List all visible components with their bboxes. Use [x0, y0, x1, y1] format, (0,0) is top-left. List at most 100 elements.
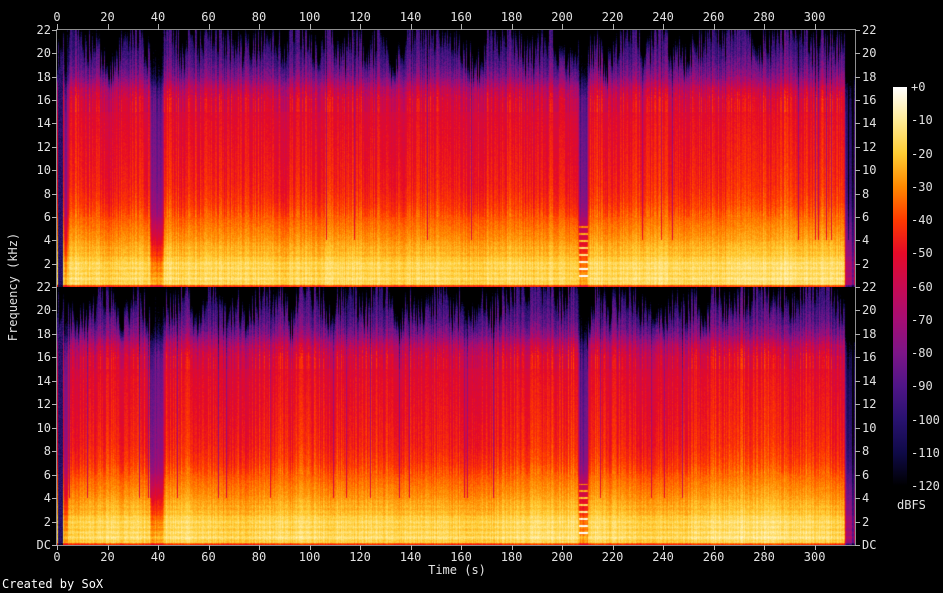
freq-tick-label: 20: [36, 303, 51, 318]
freq-tick-label: 6: [862, 467, 870, 482]
colorbar-tick-label: -70: [911, 312, 933, 327]
plot-frame-top: [56, 29, 856, 30]
x-tick-label: 260: [702, 550, 725, 564]
x-tick: [713, 24, 715, 30]
freq-tick: [52, 521, 57, 523]
x-tick: [259, 24, 261, 30]
freq-tick-label: 2: [43, 256, 51, 271]
freq-tick: [855, 357, 860, 359]
freq-tick-label: 8: [862, 186, 870, 201]
spectrogram-channel-2: [57, 287, 855, 545]
freq-tick: [52, 427, 57, 429]
x-tick-label: 100: [298, 550, 321, 564]
x-tick-label: 0: [53, 10, 61, 24]
freq-tick-label: 4: [43, 233, 51, 248]
freq-tick-label: 22: [36, 23, 51, 37]
x-tick-label: 220: [601, 550, 624, 564]
x-tick: [764, 24, 766, 30]
freq-tick: [855, 170, 860, 172]
x-tick-label: 60: [201, 10, 216, 24]
x-tick-label: 220: [601, 10, 624, 24]
freq-tick: [855, 76, 860, 78]
freq-tick: [52, 170, 57, 172]
colorbar-tick-label: -10: [911, 113, 933, 128]
freq-tick: [52, 123, 57, 125]
freq-tick-label: 16: [36, 93, 51, 108]
x-tick-label: 200: [551, 10, 573, 24]
x-tick-label: 160: [450, 550, 472, 564]
x-tick-label: 160: [450, 10, 472, 24]
x-tick-label: 120: [349, 10, 371, 24]
freq-tick: [52, 451, 57, 453]
x-tick-label: 280: [753, 10, 775, 24]
freq-tick-label: DC: [36, 538, 51, 552]
x-tick: [511, 24, 513, 30]
freq-tick-label: 6: [43, 209, 51, 224]
freq-tick: [52, 333, 57, 335]
x-tick-label: 240: [652, 550, 674, 564]
colorbar-tick-label: -40: [911, 213, 933, 227]
freq-tick-label: 6: [43, 467, 51, 482]
freq-tick: [52, 357, 57, 359]
x-tick-label: 80: [251, 550, 267, 564]
plot-frame-bottom: [56, 545, 856, 546]
freq-tick: [855, 216, 860, 218]
freq-tick: [52, 100, 57, 102]
x-tick-label: 100: [298, 10, 321, 24]
freq-tick-label: 12: [862, 139, 877, 154]
freq-tick-label: 2: [862, 256, 870, 271]
freq-tick: [855, 193, 860, 195]
x-tick-label: 20: [100, 10, 115, 24]
freq-tick: [52, 146, 57, 148]
freq-tick-label: 8: [43, 444, 51, 459]
x-tick-label: 40: [150, 10, 166, 24]
freq-tick-label: 22: [862, 280, 877, 294]
freq-tick-label: 18: [862, 326, 877, 341]
y-axis-title: Frequency (kHz): [6, 232, 20, 342]
freq-tick: [52, 216, 57, 218]
freq-tick-label: 4: [43, 491, 51, 506]
freq-tick-label: 20: [862, 303, 877, 318]
freq-tick-label: 18: [36, 326, 51, 341]
x-tick: [461, 24, 463, 30]
freq-tick-label: 8: [43, 186, 51, 201]
spectrogram-page: 0 20 40 60 80 100 120 140 160 180 200 220 240 260 280 3…: [0, 0, 943, 593]
x-tick-label: 20: [100, 550, 115, 564]
freq-tick-label: 20: [36, 46, 51, 61]
x-tick: [107, 24, 109, 30]
freq-tick-label: 2: [862, 514, 870, 529]
freq-tick: [52, 30, 57, 31]
colorbar-tick-label: -90: [911, 379, 933, 394]
x-tick: [562, 24, 564, 30]
freq-tick: [855, 146, 860, 148]
x-tick-label: 280: [753, 550, 775, 564]
freq-tick-label: 14: [36, 373, 51, 388]
freq-tick: [855, 498, 860, 500]
freq-tick-label: 8: [862, 444, 870, 459]
x-tick: [208, 24, 210, 30]
freq-tick: [855, 240, 860, 242]
x-tick-label: 180: [500, 550, 523, 564]
freq-tick-label: 16: [36, 350, 51, 365]
freq-tick: [855, 287, 860, 288]
freq-tick: [855, 333, 860, 335]
colorbar-tick-label: -120: [911, 479, 940, 493]
freq-tick: [52, 404, 57, 406]
freq-tick-label: 16: [862, 350, 877, 365]
freq-tick: [52, 263, 57, 265]
freq-tick-label: 4: [862, 491, 870, 506]
freq-tick: [855, 310, 860, 312]
x-tick: [663, 24, 665, 30]
colorbar-tick-label: +0: [911, 80, 926, 94]
freq-tick: [855, 404, 860, 406]
freq-tick: [855, 427, 860, 429]
freq-tick: [52, 310, 57, 312]
x-tick-label: 300: [803, 10, 826, 24]
colorbar-tick-label: -110: [911, 445, 940, 460]
freq-tick-label: 14: [862, 373, 877, 388]
x-tick: [360, 24, 362, 30]
colorbar-tick-label: -80: [911, 346, 933, 360]
x-tick: [410, 24, 412, 30]
x-axis-title: Time (s): [428, 563, 486, 577]
x-tick: [158, 24, 159, 30]
